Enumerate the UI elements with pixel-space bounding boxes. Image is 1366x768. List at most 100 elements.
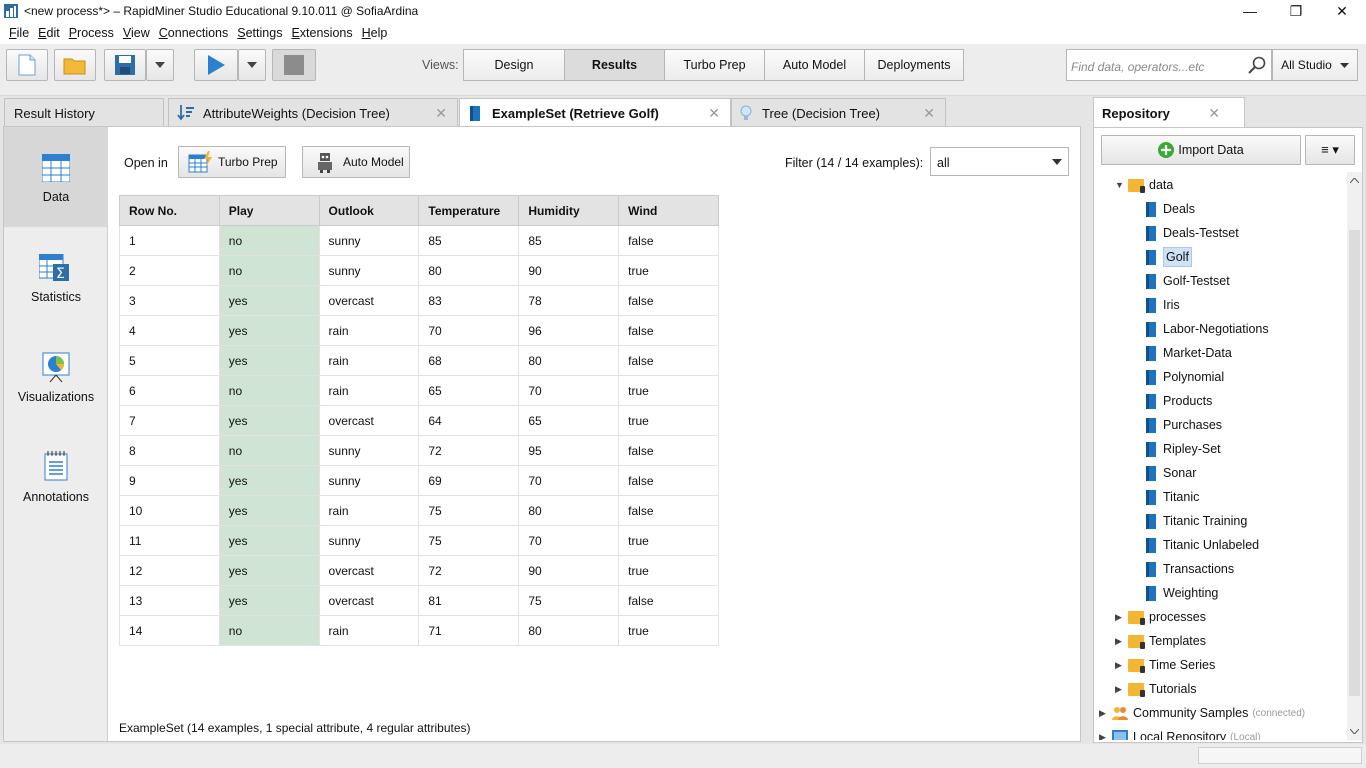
- table-row[interactable]: 8 no sunny 72 95 false: [119, 435, 719, 466]
- menu-connections[interactable]: Connections: [159, 26, 229, 40]
- tree-folder-time-series[interactable]: ▶ Time Series: [1115, 654, 1215, 676]
- global-search-input[interactable]: Find data, operators...etc: [1066, 49, 1272, 81]
- tab-repository[interactable]: Repository ✕: [1093, 97, 1245, 128]
- tree-item-ripley-set[interactable]: Ripley-Set: [1146, 438, 1221, 460]
- folder-locked-icon: [1128, 682, 1145, 697]
- tree-item-transactions[interactable]: Transactions: [1146, 558, 1234, 580]
- table-row[interactable]: 2 no sunny 80 90 true: [119, 255, 719, 286]
- tab-exampleset[interactable]: ExampleSet (Retrieve Golf) ✕: [459, 98, 731, 127]
- tree-item-market-data[interactable]: Market-Data: [1146, 342, 1232, 364]
- nav-statistics[interactable]: Σ Statistics: [4, 227, 108, 327]
- table-cell: 9: [119, 465, 220, 496]
- column-header[interactable]: Temperature: [418, 195, 520, 226]
- tree-item-products[interactable]: Products: [1146, 390, 1212, 412]
- tree-folder-templates[interactable]: ▶ Templates: [1115, 630, 1206, 652]
- search-button[interactable]: [1243, 52, 1271, 78]
- scroll-down-icon[interactable]: [1350, 729, 1359, 734]
- tree-item-weighting[interactable]: Weighting: [1146, 582, 1218, 604]
- column-header[interactable]: Play: [218, 195, 320, 226]
- table-row[interactable]: 1 no sunny 85 85 false: [119, 225, 719, 256]
- run-options-dropdown[interactable]: [238, 49, 266, 81]
- column-header[interactable]: Outlook: [318, 195, 420, 226]
- close-tab-icon[interactable]: ✕: [708, 105, 720, 122]
- scroll-up-icon[interactable]: [1350, 178, 1359, 183]
- view-design-button[interactable]: Design: [463, 49, 565, 81]
- maximize-button[interactable]: ❐: [1273, 0, 1319, 22]
- nav-visualizations[interactable]: Visualizations: [4, 327, 108, 427]
- tab-attribute-weights[interactable]: AttributeWeights (Decision Tree) ✕: [168, 98, 458, 127]
- tree-folder-data[interactable]: ▼ data: [1115, 174, 1173, 196]
- table-row[interactable]: 14 no rain 71 80 true: [119, 615, 719, 646]
- tree-item-golf[interactable]: Golf: [1146, 246, 1192, 268]
- tree-folder-tutorials[interactable]: ▶ Tutorials: [1115, 678, 1196, 700]
- table-row[interactable]: 5 yes rain 68 80 false: [119, 345, 719, 376]
- menu-help[interactable]: Help: [362, 26, 388, 40]
- tab-tree[interactable]: Tree (Decision Tree) ✕: [731, 98, 946, 127]
- menu-extensions[interactable]: Extensions: [291, 26, 352, 40]
- tree-item-deals[interactable]: Deals: [1146, 198, 1195, 220]
- nav-annotations[interactable]: Annotations: [4, 427, 108, 527]
- save-process-button[interactable]: [104, 49, 146, 81]
- search-scope-dropdown[interactable]: All Studio: [1272, 49, 1358, 81]
- repository-scrollbar[interactable]: [1347, 172, 1362, 740]
- table-row[interactable]: 7 yes overcast 64 65 true: [119, 405, 719, 436]
- table-row[interactable]: 6 no rain 65 70 true: [119, 375, 719, 406]
- open-in-auto-model-button[interactable]: Auto Model: [302, 146, 410, 178]
- view-auto-model-button[interactable]: Auto Model: [764, 49, 865, 81]
- play-icon: [208, 55, 225, 75]
- tree-item-titanic-unlabeled[interactable]: Titanic Unlabeled: [1146, 534, 1259, 556]
- run-process-button[interactable]: [194, 49, 238, 81]
- repository-menu-button[interactable]: ≡ ▾: [1305, 135, 1355, 165]
- table-cell: 70: [418, 315, 520, 346]
- menu-file[interactable]: File: [9, 26, 29, 40]
- tree-item-sonar[interactable]: Sonar: [1146, 462, 1196, 484]
- tree-community-samples[interactable]: ▶ Community Samples (connected): [1099, 702, 1305, 724]
- table-row[interactable]: 4 yes rain 70 96 false: [119, 315, 719, 346]
- menu-settings[interactable]: Settings: [237, 26, 282, 40]
- tree-item-deals-testset[interactable]: Deals-Testset: [1146, 222, 1239, 244]
- close-window-button[interactable]: ✕: [1319, 0, 1365, 22]
- menu-edit[interactable]: Edit: [38, 26, 60, 40]
- close-tab-icon[interactable]: ✕: [923, 105, 935, 122]
- nav-data[interactable]: Data: [4, 127, 108, 227]
- view-turbo-prep-button[interactable]: Turbo Prep: [664, 49, 765, 81]
- open-process-button[interactable]: [54, 49, 96, 81]
- menu-process[interactable]: Process: [69, 26, 114, 40]
- column-header[interactable]: Humidity: [518, 195, 620, 226]
- view-deployments-button[interactable]: Deployments: [864, 49, 964, 81]
- table-row[interactable]: 10 yes rain 75 80 false: [119, 495, 719, 526]
- filter-dropdown[interactable]: all: [930, 147, 1069, 176]
- minimize-button[interactable]: —: [1227, 0, 1273, 22]
- turbo-prep-icon: [188, 151, 212, 173]
- tree-local-repository[interactable]: ▶ Local Repository (Local): [1099, 726, 1261, 740]
- table-row[interactable]: 11 yes sunny 75 70 true: [119, 525, 719, 556]
- tree-item-golf-testset[interactable]: Golf-Testset: [1146, 270, 1230, 292]
- import-data-button[interactable]: Import Data: [1101, 135, 1301, 165]
- tree-folder-processes[interactable]: ▶ processes: [1115, 606, 1206, 628]
- tree-item-titanic[interactable]: Titanic: [1146, 486, 1199, 508]
- column-header[interactable]: Row No.: [119, 195, 220, 226]
- close-tab-icon[interactable]: ✕: [1208, 105, 1220, 122]
- tree-item-polynomial[interactable]: Polynomial: [1146, 366, 1224, 388]
- table-cell: 72: [418, 555, 520, 586]
- open-in-turbo-prep-button[interactable]: Turbo Prep: [178, 146, 286, 178]
- table-cell: 68: [418, 345, 520, 376]
- table-row[interactable]: 12 yes overcast 72 90 true: [119, 555, 719, 586]
- menu-view[interactable]: View: [123, 26, 150, 40]
- table-row[interactable]: 13 yes overcast 81 75 false: [119, 585, 719, 616]
- tree-item-purchases[interactable]: Purchases: [1146, 414, 1222, 436]
- tab-result-history[interactable]: Result History: [4, 98, 164, 127]
- tree-item-iris[interactable]: Iris: [1146, 294, 1180, 316]
- column-header[interactable]: Wind: [618, 195, 719, 226]
- tree-item-labor-negotiations[interactable]: Labor-Negotiations: [1146, 318, 1269, 340]
- table-row[interactable]: 9 yes sunny 69 70 false: [119, 465, 719, 496]
- close-tab-icon[interactable]: ✕: [435, 105, 447, 122]
- view-results-button[interactable]: Results: [564, 49, 665, 81]
- exampleset-icon: [1146, 561, 1156, 577]
- save-options-dropdown[interactable]: [146, 49, 174, 81]
- table-row[interactable]: 3 yes overcast 83 78 false: [119, 285, 719, 316]
- stop-process-button[interactable]: [272, 49, 316, 81]
- scrollbar-thumb[interactable]: [1349, 230, 1360, 696]
- tree-item-titanic-training[interactable]: Titanic Training: [1146, 510, 1247, 532]
- new-process-button[interactable]: [6, 49, 48, 81]
